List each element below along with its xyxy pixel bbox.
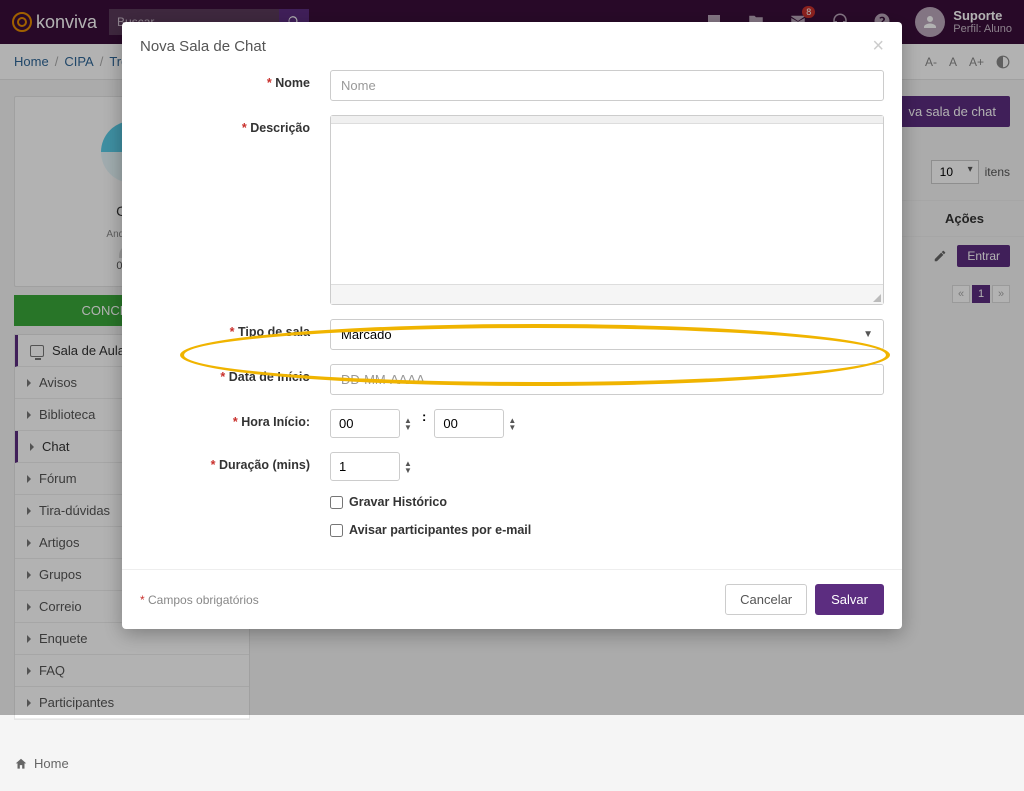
input-hour[interactable] [330, 409, 400, 438]
field-descricao: * Descrição [140, 115, 884, 305]
input-minute[interactable] [434, 409, 504, 438]
checkbox-avisar[interactable] [330, 524, 343, 537]
modal-footer: * Campos obrigatórios Cancelar Salvar [122, 569, 902, 629]
checkbox-gravar[interactable] [330, 496, 343, 509]
field-data-inicio: * Data de Início [140, 364, 884, 395]
modal-body: * Nome * Descrição * Tipo de sala Marcad… [122, 66, 902, 569]
footer-home[interactable]: Home [0, 736, 1024, 791]
rich-text-editor[interactable] [330, 115, 884, 305]
select-tipo-value: Marcado [341, 327, 392, 342]
hour-spinner: ▲▼ [330, 409, 414, 438]
rich-footer [331, 284, 883, 304]
hour-down[interactable]: ▼ [404, 424, 414, 431]
save-button[interactable]: Salvar [815, 584, 884, 615]
cancel-button[interactable]: Cancelar [725, 584, 807, 615]
label-duracao: * Duração (mins) [140, 452, 330, 472]
modal-close-button[interactable]: × [872, 36, 884, 56]
duration-spinner: ▲▼ [330, 452, 414, 481]
home-icon [14, 757, 28, 771]
input-data-inicio[interactable] [330, 364, 884, 395]
rich-toolbar[interactable] [331, 116, 883, 124]
field-tipo: * Tipo de sala Marcado ▼ [140, 319, 884, 350]
field-hora-inicio: * Hora Início: ▲▼ : ▲▼ [140, 409, 884, 438]
field-avisar: Avisar participantes por e-mail [330, 523, 884, 537]
field-duracao: * Duração (mins) ▲▼ [140, 452, 884, 481]
select-tipo[interactable]: Marcado ▼ [330, 319, 884, 350]
modal-header: Nova Sala de Chat × [122, 22, 902, 66]
footer-note: * Campos obrigatórios [140, 593, 259, 607]
input-nome[interactable] [330, 70, 884, 101]
chevron-down-icon: ▼ [863, 329, 873, 340]
label-nome: * Nome [140, 70, 330, 90]
minute-down[interactable]: ▼ [508, 424, 518, 431]
modal-title: Nova Sala de Chat [140, 38, 266, 55]
modal: Nova Sala de Chat × * Nome * Descrição *… [122, 22, 902, 629]
time-colon: : [422, 409, 426, 424]
label-avisar: Avisar participantes por e-mail [349, 523, 531, 537]
label-tipo: * Tipo de sala [140, 319, 330, 339]
label-hora-inicio: * Hora Início: [140, 409, 330, 429]
label-descricao: * Descrição [140, 115, 330, 135]
field-nome: * Nome [140, 70, 884, 101]
rich-body[interactable] [331, 124, 883, 284]
input-duracao[interactable] [330, 452, 400, 481]
label-gravar: Gravar Histórico [349, 495, 447, 509]
modal-overlay: Nova Sala de Chat × * Nome * Descrição *… [0, 0, 1024, 715]
minute-spinner: ▲▼ [434, 409, 518, 438]
footer-home-label: Home [34, 756, 69, 771]
label-data-inicio: * Data de Início [140, 364, 330, 384]
duration-down[interactable]: ▼ [404, 467, 414, 474]
field-gravar: Gravar Histórico [330, 495, 884, 509]
